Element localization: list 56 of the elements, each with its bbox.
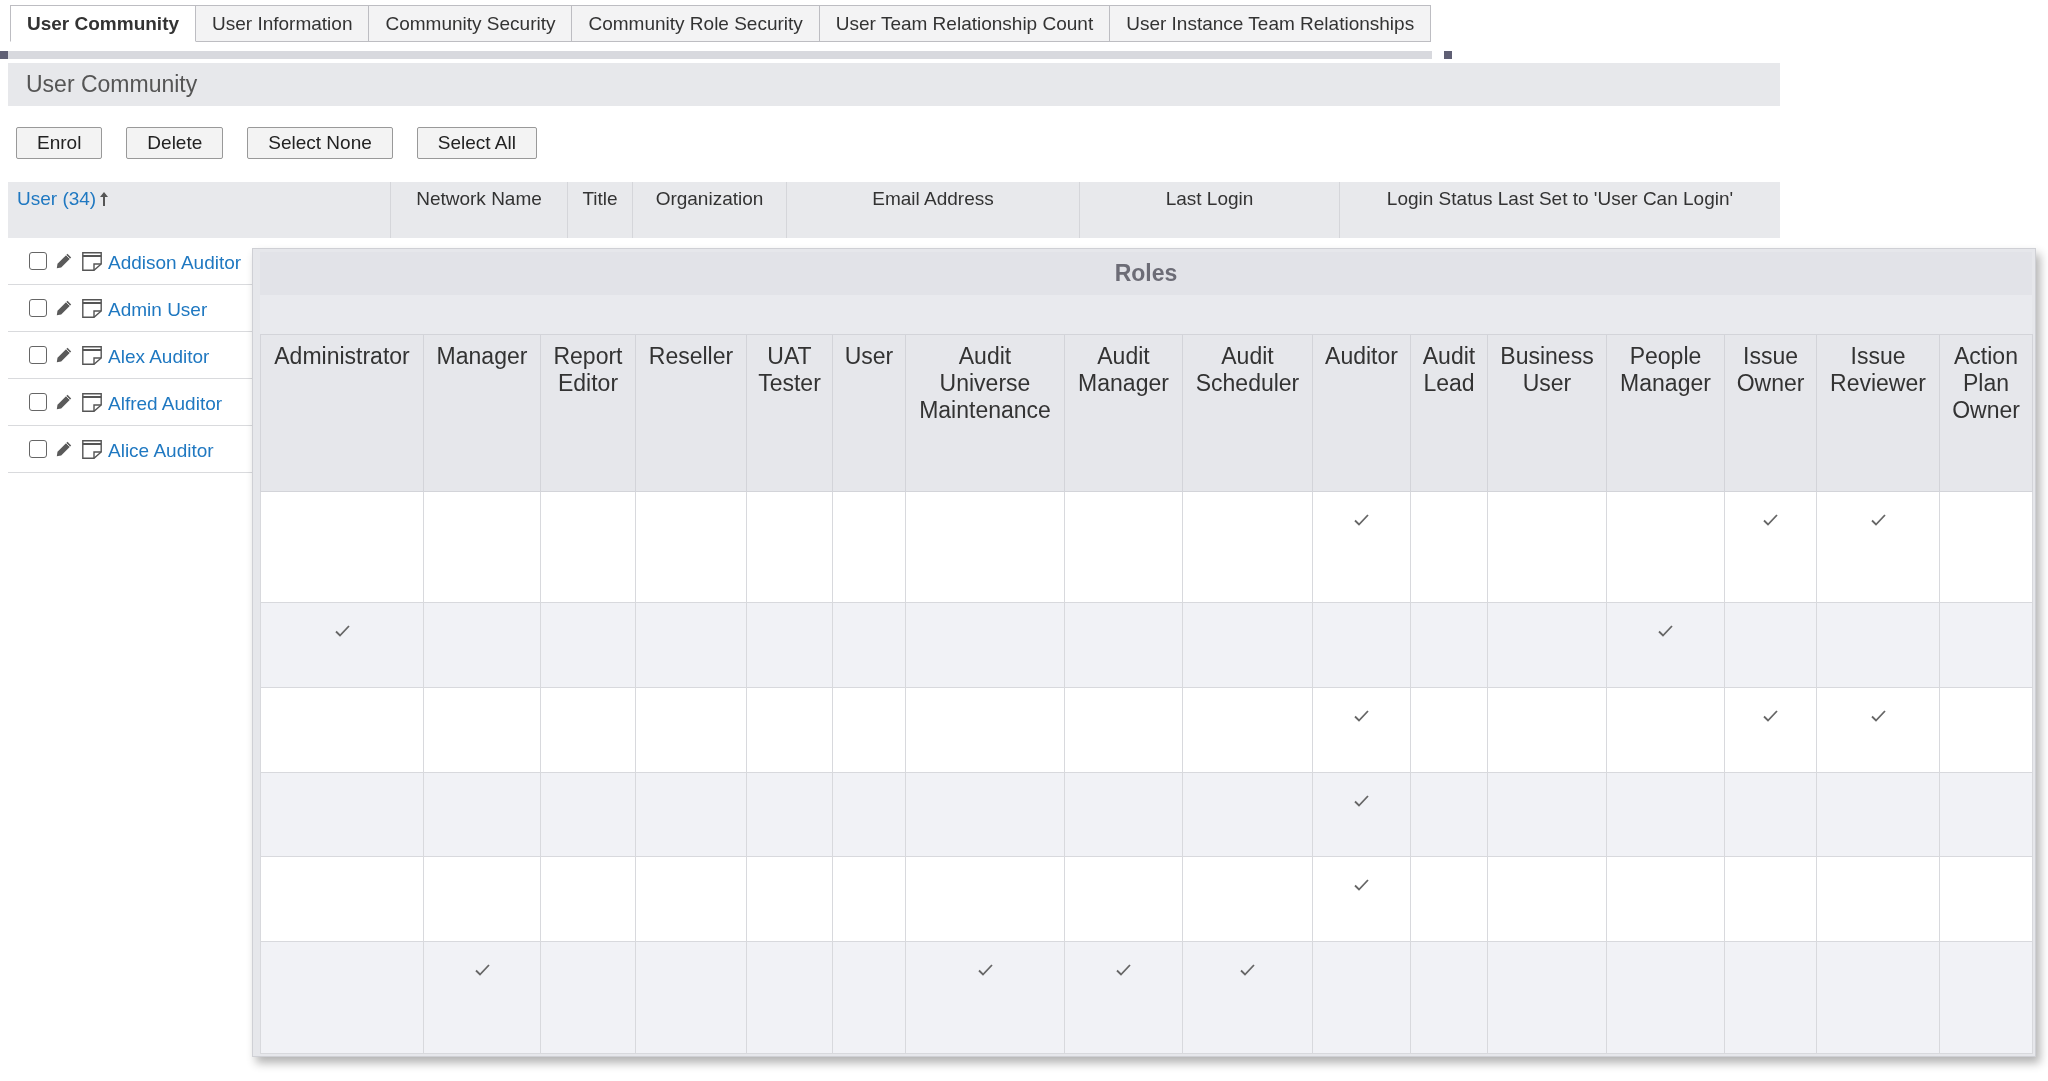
role-column-header: Issue Owner (1724, 334, 1817, 492)
role-column-header: Administrator (260, 334, 424, 492)
tab[interactable]: User Community (10, 5, 197, 42)
role-column-header: Issue Reviewer (1816, 334, 1940, 492)
toolbar-button[interactable]: Select None (247, 127, 393, 159)
role-column-header: Reseller (635, 334, 747, 492)
column-sort-link[interactable]: User (34) (17, 188, 97, 210)
row-checkbox[interactable] (29, 299, 47, 317)
role-column-header: Manager (423, 334, 541, 492)
user-link[interactable]: Admin User (108, 299, 208, 321)
document-icon[interactable] (82, 298, 102, 318)
pencil-icon[interactable] (56, 253, 72, 269)
pencil-icon[interactable] (56, 300, 72, 316)
user-link[interactable]: Alex Auditor (108, 346, 210, 368)
row-checkbox[interactable] (29, 440, 47, 458)
role-column-header: User (832, 334, 906, 492)
column-header: Title (582, 188, 618, 210)
tab[interactable]: User Information (196, 5, 370, 42)
scrollbar[interactable] (0, 50, 1452, 59)
tab[interactable]: Community Role Security (572, 5, 820, 42)
column-header: Email Address (872, 188, 994, 210)
user-link[interactable]: Alfred Auditor (108, 393, 223, 415)
row-checkbox[interactable] (29, 393, 47, 411)
column-header: Last Login (1165, 188, 1254, 210)
document-icon[interactable] (82, 345, 102, 365)
pencil-icon[interactable] (56, 394, 72, 410)
role-column-header: Audit Universe Maintenance (905, 334, 1065, 492)
role-column-header: People Manager (1606, 334, 1725, 492)
roles-title: Roles (260, 252, 2032, 295)
user-link[interactable]: Alice Auditor (108, 440, 214, 462)
document-icon[interactable] (82, 439, 102, 459)
role-column-header: Audit Manager (1064, 334, 1183, 492)
tab[interactable]: Community Security (369, 5, 573, 42)
role-column-header: Business User (1487, 334, 1607, 492)
pencil-icon[interactable] (56, 347, 72, 363)
toolbar-button[interactable]: Enrol (16, 127, 103, 159)
toolbar-button[interactable]: Select All (416, 127, 537, 159)
toolbar-button[interactable]: Delete (126, 127, 224, 159)
role-column-header: Report Editor (540, 334, 636, 492)
document-icon[interactable] (82, 392, 102, 412)
role-column-header: Audit Scheduler (1182, 334, 1313, 492)
tab[interactable]: User Team Relationship Count (819, 5, 1111, 42)
row-checkbox[interactable] (29, 346, 47, 364)
role-column-header: Auditor (1312, 334, 1411, 492)
panel-title: User Community (8, 63, 1780, 106)
column-header: Network Name (416, 188, 542, 210)
role-column-header: Audit Lead (1410, 334, 1488, 492)
user-link[interactable]: Addison Auditor (108, 252, 242, 274)
role-column-header: Action Plan Owner (1939, 334, 2033, 492)
tab[interactable]: User Instance Team Relationships (1110, 5, 1432, 42)
document-icon[interactable] (82, 251, 102, 271)
column-header: Login Status Last Set to 'User Can Login' (1386, 188, 1734, 210)
column-header: Organization (655, 188, 764, 210)
pencil-icon[interactable] (56, 441, 72, 457)
role-column-header: UAT Tester (746, 334, 833, 492)
row-checkbox[interactable] (29, 252, 47, 270)
